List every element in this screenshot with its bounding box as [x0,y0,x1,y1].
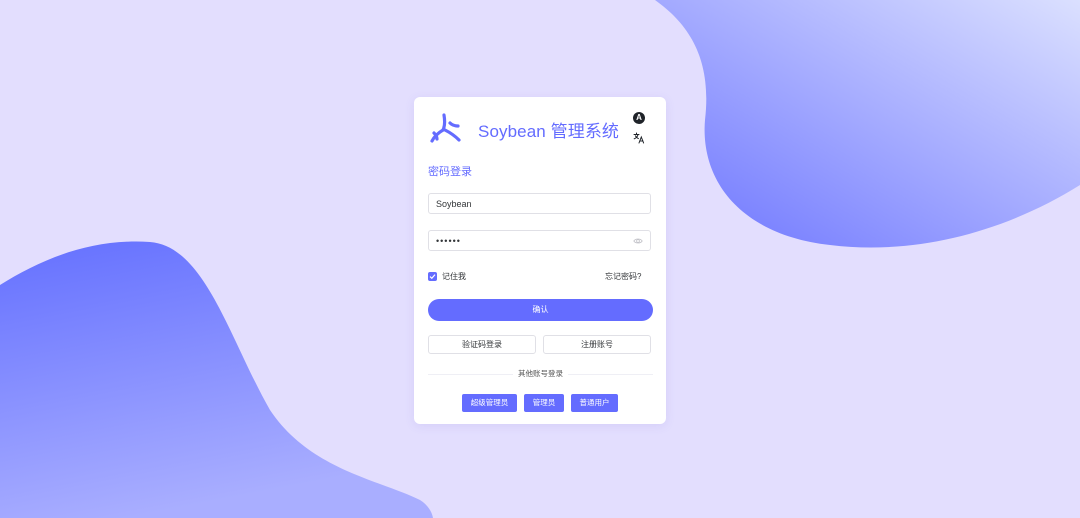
login-card: Soybean 管理系统 A 密码登录 Soybean •••••• 记住我 忘… [414,97,666,424]
check-icon [429,274,436,280]
forgot-password-link[interactable]: 忘记密码? [605,271,641,282]
username-input[interactable]: Soybean [428,193,651,214]
super-admin-button[interactable]: 超级管理员 [462,394,517,412]
code-login-button[interactable]: 验证码登录 [428,335,536,354]
eye-icon[interactable] [633,236,643,246]
language-icon[interactable] [633,132,645,144]
bottom-left-blob [0,241,433,518]
top-right-blob [655,0,1080,248]
app-title: Soybean 管理系统 [478,122,620,141]
soybean-logo-icon [430,113,461,143]
user-button[interactable]: 普通用户 [571,394,618,412]
confirm-button[interactable]: 确认 [428,299,653,321]
password-login-title: 密码登录 [428,166,472,178]
remember-me-label: 记住我 [442,272,466,281]
remember-me-checkbox[interactable] [428,272,437,281]
theme-toggle-icon[interactable]: A [633,112,645,124]
remember-me[interactable]: 记住我 [428,271,466,282]
password-input[interactable]: •••••• [428,230,651,251]
divider-line-right [568,374,653,375]
other-login-divider: 其他账号登录 [428,369,653,379]
admin-button[interactable]: 管理员 [524,394,564,412]
register-button[interactable]: 注册账号 [543,335,651,354]
username-value: Soybean [436,198,472,209]
password-value: •••••• [436,235,461,246]
